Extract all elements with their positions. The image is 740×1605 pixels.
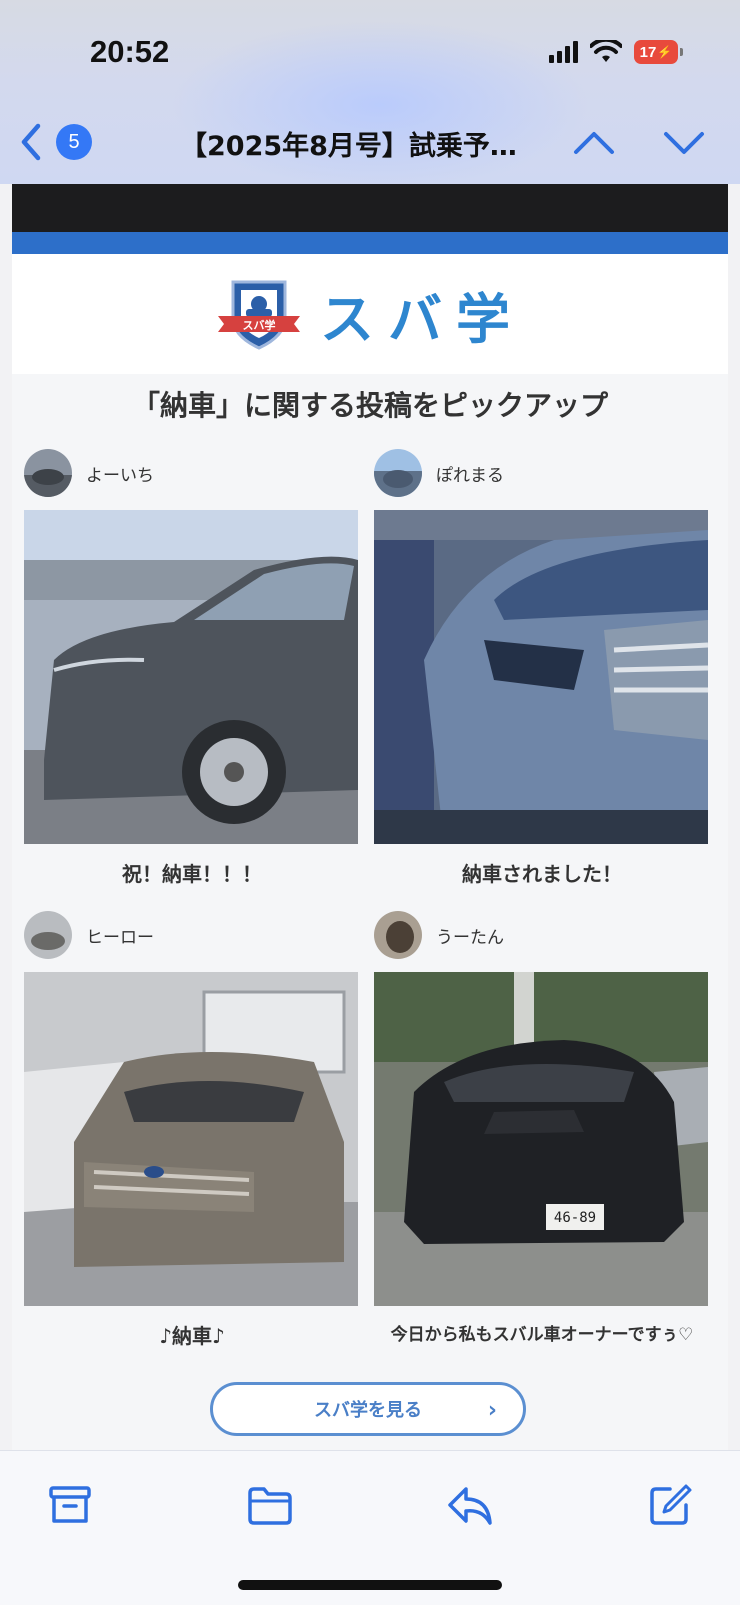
avatar bbox=[24, 449, 72, 497]
post-card[interactable]: ぽれまる 納車されました！ bbox=[374, 448, 710, 887]
avatar bbox=[24, 911, 72, 959]
post-card[interactable]: よーいち 祝！納車！！！ bbox=[24, 448, 360, 887]
battery-icon: 17 ⚡ bbox=[634, 40, 683, 64]
logo-wordmark: スバ学 bbox=[320, 287, 524, 351]
back-chevron-icon[interactable] bbox=[16, 120, 46, 164]
view-subagaku-label: スバ学を見る bbox=[314, 1400, 422, 1421]
avatar bbox=[374, 911, 422, 959]
cellular-signal-icon bbox=[549, 41, 578, 63]
header-blue-band bbox=[12, 232, 728, 254]
username: ぽれまる bbox=[436, 465, 504, 486]
status-icons: 17 ⚡ bbox=[549, 40, 683, 64]
post-photo[interactable]: 46-89 bbox=[374, 972, 708, 1306]
status-time: 20:52 bbox=[90, 34, 170, 69]
battery-level: 17 bbox=[639, 43, 657, 61]
email-subject-title: 【2025年8月号】試乗予… bbox=[180, 131, 517, 162]
username: よーいち bbox=[86, 465, 154, 486]
username: ヒーロー bbox=[86, 927, 154, 948]
post-photo[interactable] bbox=[374, 510, 708, 844]
top-bar: 20:52 17 ⚡ 5 【2025年8月号】試乗予… bbox=[0, 0, 740, 190]
chevron-right-icon: › bbox=[487, 1398, 497, 1423]
previous-message-icon[interactable] bbox=[572, 124, 616, 160]
svg-text:46-89: 46-89 bbox=[554, 1210, 596, 1226]
logo-area: スバ学 スバ学 bbox=[12, 254, 728, 374]
compose-icon[interactable] bbox=[646, 1481, 694, 1529]
view-subagaku-button[interactable]: スバ学を見る › bbox=[210, 1382, 526, 1436]
post-photo[interactable] bbox=[24, 510, 358, 844]
folder-icon[interactable] bbox=[246, 1481, 294, 1529]
post-user: ヒーロー bbox=[24, 910, 360, 960]
post-caption: 今日から私もスバル車オーナーですぅ♡ bbox=[390, 1325, 694, 1345]
logo-badge-text: スバ学 bbox=[243, 318, 276, 332]
post-caption: 納車されました！ bbox=[462, 862, 622, 886]
subagaku-emblem-logo: スバ学 bbox=[218, 280, 300, 350]
post-user: よーいち bbox=[24, 448, 360, 498]
unread-count-badge[interactable]: 5 bbox=[56, 124, 92, 160]
header-dark-band bbox=[12, 184, 728, 232]
post-caption: 祝！納車！！！ bbox=[122, 862, 262, 886]
post-user: ぽれまる bbox=[374, 448, 710, 498]
post-card[interactable]: うーたん 46-89 今日から私もスバル車オーナーですぅ♡ bbox=[374, 910, 710, 1345]
email-body: スバ学 スバ学 「納車」に関する投稿をピックアップ よーいち 祝！納車！！！ ぽ… bbox=[12, 184, 728, 1450]
username: うーたん bbox=[436, 927, 504, 948]
next-message-icon[interactable] bbox=[662, 124, 706, 160]
post-caption: ♪納車♪ bbox=[159, 1324, 225, 1348]
post-card[interactable]: ヒーロー ♪納車♪ bbox=[24, 910, 360, 1349]
avatar bbox=[374, 449, 422, 497]
home-indicator bbox=[238, 1580, 502, 1590]
post-photo[interactable] bbox=[24, 972, 358, 1306]
section-headline: 「納車」に関する投稿をピックアップ bbox=[131, 389, 608, 422]
wifi-icon bbox=[590, 40, 622, 62]
post-user: うーたん bbox=[374, 910, 710, 960]
reply-icon[interactable] bbox=[446, 1481, 494, 1529]
archive-icon[interactable] bbox=[46, 1481, 94, 1529]
